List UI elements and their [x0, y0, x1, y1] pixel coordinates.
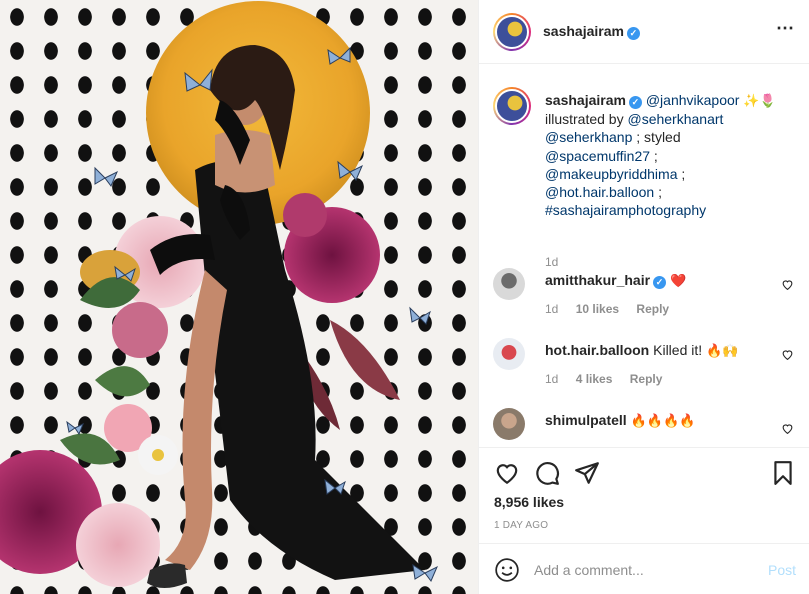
- verified-badge-icon: ✓: [628, 96, 642, 109]
- caption-emoji: ✨🌷: [743, 93, 776, 108]
- comment-text: shimulpatell 🔥🔥🔥🔥: [545, 412, 695, 429]
- share-icon[interactable]: [574, 460, 600, 486]
- comment-text: hot.hair.balloon Killed it! 🔥🙌: [545, 342, 738, 359]
- verified-badge-icon: ✓: [653, 276, 667, 289]
- comment-body: Killed it!: [653, 342, 703, 358]
- caption-text-segment: illustrated by: [545, 111, 628, 128]
- add-comment-bar: Add a comment... Post: [479, 543, 809, 594]
- post-side-panel: sashajairam ✓ ⋯ sashajairam ✓ @janhvikapoo…: [478, 0, 809, 594]
- verified-badge-icon: ✓: [626, 27, 640, 40]
- heart-icon[interactable]: [781, 422, 794, 435]
- comment-likes[interactable]: 4 likes: [576, 372, 613, 386]
- comment-input[interactable]: Add a comment...: [534, 562, 644, 578]
- comment-item: shimulpatell 🔥🔥🔥🔥: [493, 408, 798, 446]
- caption-text: sashajairam ✓ @janhvikapoor ✨🌷 illustrate…: [545, 91, 800, 219]
- comment-meta: 1d 4 likes Reply: [545, 372, 676, 386]
- caption-username[interactable]: sashajairam: [545, 92, 626, 108]
- comment-meta: 1d 10 likes Reply: [545, 302, 683, 316]
- heart-icon[interactable]: [494, 460, 520, 486]
- post-time[interactable]: 1 DAY AGO: [494, 520, 548, 531]
- commenter-username[interactable]: amitthakur_hair: [545, 272, 650, 288]
- comment-item: amitthakur_hair ✓ ❤️ 1d 10 likes Reply: [493, 268, 798, 328]
- mention-link[interactable]: @makeupbyriddhima: [545, 166, 678, 182]
- caption-text-segment: ;: [677, 165, 686, 182]
- commenter-avatar[interactable]: [493, 338, 525, 370]
- comments-list[interactable]: sashajairam ✓ @janhvikapoor ✨🌷 illustrate…: [479, 65, 809, 446]
- comment-icon[interactable]: [534, 460, 560, 486]
- hashtag-link[interactable]: #sashajairamphotography: [545, 202, 706, 218]
- comment-text: amitthakur_hair ✓ ❤️: [545, 272, 686, 289]
- author-avatar[interactable]: [493, 13, 531, 51]
- post-header: sashajairam ✓ ⋯: [479, 0, 809, 64]
- commenter-username[interactable]: hot.hair.balloon: [545, 342, 649, 358]
- mention-link[interactable]: @spacemuffin27: [545, 148, 650, 164]
- heart-icon[interactable]: [781, 278, 794, 291]
- reply-button[interactable]: Reply: [630, 372, 663, 386]
- post-photo[interactable]: [0, 0, 478, 594]
- caption-avatar[interactable]: [493, 87, 531, 125]
- commenter-username[interactable]: shimulpatell: [545, 412, 627, 428]
- comment-time[interactable]: 1d: [545, 372, 558, 386]
- commenter-avatar[interactable]: [493, 268, 525, 300]
- likes-count[interactable]: 8,956 likes: [494, 494, 564, 510]
- comment-emoji: ❤️: [669, 273, 687, 288]
- mention-link[interactable]: @seherkhanp: [545, 129, 632, 145]
- comment-emoji: 🔥🙌: [706, 343, 739, 358]
- reply-button[interactable]: Reply: [636, 302, 669, 316]
- author-username[interactable]: sashajairam ✓: [543, 23, 640, 40]
- comment-emoji: 🔥🔥🔥🔥: [630, 413, 696, 428]
- smile-icon[interactable]: [494, 557, 520, 583]
- post-actions: 8,956 likes 1 DAY AGO: [479, 447, 809, 543]
- caption-text-segment: ;: [654, 184, 662, 201]
- commenter-avatar[interactable]: [493, 408, 525, 440]
- comment-item: hot.hair.balloon Killed it! 🔥🙌 1d 4 like…: [493, 338, 798, 398]
- photo-illustration: [0, 1, 438, 588]
- bookmark-icon[interactable]: [770, 460, 796, 486]
- caption-time[interactable]: 1d: [545, 255, 558, 269]
- more-options-icon[interactable]: ⋯: [776, 18, 795, 39]
- mention-link[interactable]: @hot.hair.balloon: [545, 184, 654, 200]
- caption-text-segment: ; styled: [632, 129, 681, 146]
- heart-icon[interactable]: [781, 348, 794, 361]
- mention-link[interactable]: @janhvikapoor: [646, 92, 740, 108]
- post-button[interactable]: Post: [768, 562, 796, 578]
- comment-likes[interactable]: 10 likes: [576, 302, 619, 316]
- mention-link[interactable]: @seherkhanart: [627, 111, 723, 127]
- comment-time[interactable]: 1d: [545, 302, 558, 316]
- caption-text-segment: ;: [650, 147, 658, 164]
